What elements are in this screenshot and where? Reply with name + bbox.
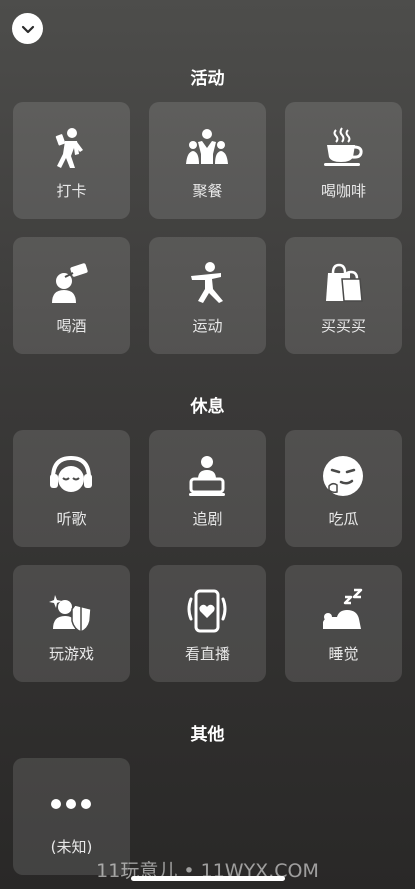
- status-tile-gaming[interactable]: 玩游戏: [13, 565, 130, 682]
- gaming-shield-icon: [49, 595, 92, 633]
- tile-label: 吃瓜: [328, 510, 359, 528]
- shopping-bags-icon: [326, 263, 363, 302]
- group-dining-icon: [186, 129, 228, 164]
- status-tile-gossip[interactable]: 吃瓜: [285, 430, 402, 547]
- status-tile-sleep[interactable]: 睡觉: [285, 565, 402, 682]
- live-phone-heart-icon: [187, 589, 227, 633]
- tile-label: 喝酒: [56, 317, 87, 335]
- smirk-face-icon: [323, 456, 363, 496]
- exercise-icon: [191, 262, 223, 303]
- tile-label: 运动: [192, 317, 223, 335]
- watching-tv-icon: [189, 456, 225, 496]
- status-tile-tv-series[interactable]: 追剧: [149, 430, 266, 547]
- tile-label: 喝咖啡: [320, 182, 366, 200]
- section-title-other: 其他: [190, 725, 225, 745]
- headphones-face-icon: [50, 455, 92, 492]
- check-in-person-icon: [55, 128, 83, 168]
- collapse-button[interactable]: [12, 13, 43, 44]
- home-indicator[interactable]: [131, 876, 285, 881]
- tile-label: (未知): [50, 838, 93, 856]
- drinking-icon: [52, 263, 88, 303]
- tile-label: 玩游戏: [48, 645, 94, 663]
- tile-label: 追剧: [192, 510, 223, 528]
- status-tile-music[interactable]: 听歌: [13, 430, 130, 547]
- tile-label: 打卡: [56, 182, 87, 200]
- chevron-down-icon: [21, 25, 34, 33]
- tile-label: 看直播: [184, 645, 230, 663]
- status-tile-coffee[interactable]: 喝咖啡: [285, 102, 402, 219]
- tile-label: 买买买: [320, 317, 366, 335]
- sleeping-icon: [323, 588, 363, 629]
- tile-label: 睡觉: [328, 645, 359, 663]
- status-tile-exercise[interactable]: 运动: [149, 237, 266, 354]
- tile-label: 聚餐: [192, 182, 223, 200]
- coffee-cup-icon: [324, 127, 363, 166]
- status-tile-livestream[interactable]: 看直播: [149, 565, 266, 682]
- status-tile-check-in[interactable]: 打卡: [13, 102, 130, 219]
- status-tile-dining[interactable]: 聚餐: [149, 102, 266, 219]
- status-tile-drinking[interactable]: 喝酒: [13, 237, 130, 354]
- section-title-activity: 活动: [190, 69, 225, 89]
- status-tile-shopping[interactable]: 买买买: [285, 237, 402, 354]
- more-dots-icon: [51, 799, 91, 809]
- section-title-rest: 休息: [190, 397, 225, 417]
- tile-label: 听歌: [56, 510, 87, 528]
